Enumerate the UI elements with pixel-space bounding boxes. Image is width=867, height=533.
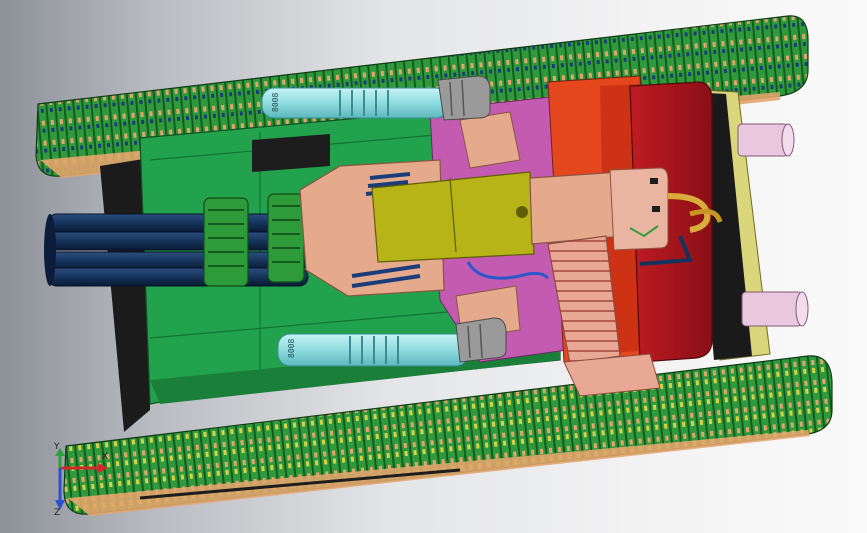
z-axis-label: Z — [54, 508, 61, 518]
x-axis-head — [98, 463, 108, 473]
tank-model-3d[interactable]: 8008 8008 — [0, 0, 867, 533]
orientation-triad[interactable]: X Y Z — [40, 442, 120, 528]
cad-viewport[interactable]: 8008 8008 X Y Z — [0, 0, 867, 533]
x-axis-label: X — [102, 452, 109, 462]
upper-cylinder-label: 8008 — [271, 93, 280, 112]
y-axis-label: Y — [54, 442, 60, 452]
lower-cylinder-label: 8008 — [287, 339, 296, 358]
